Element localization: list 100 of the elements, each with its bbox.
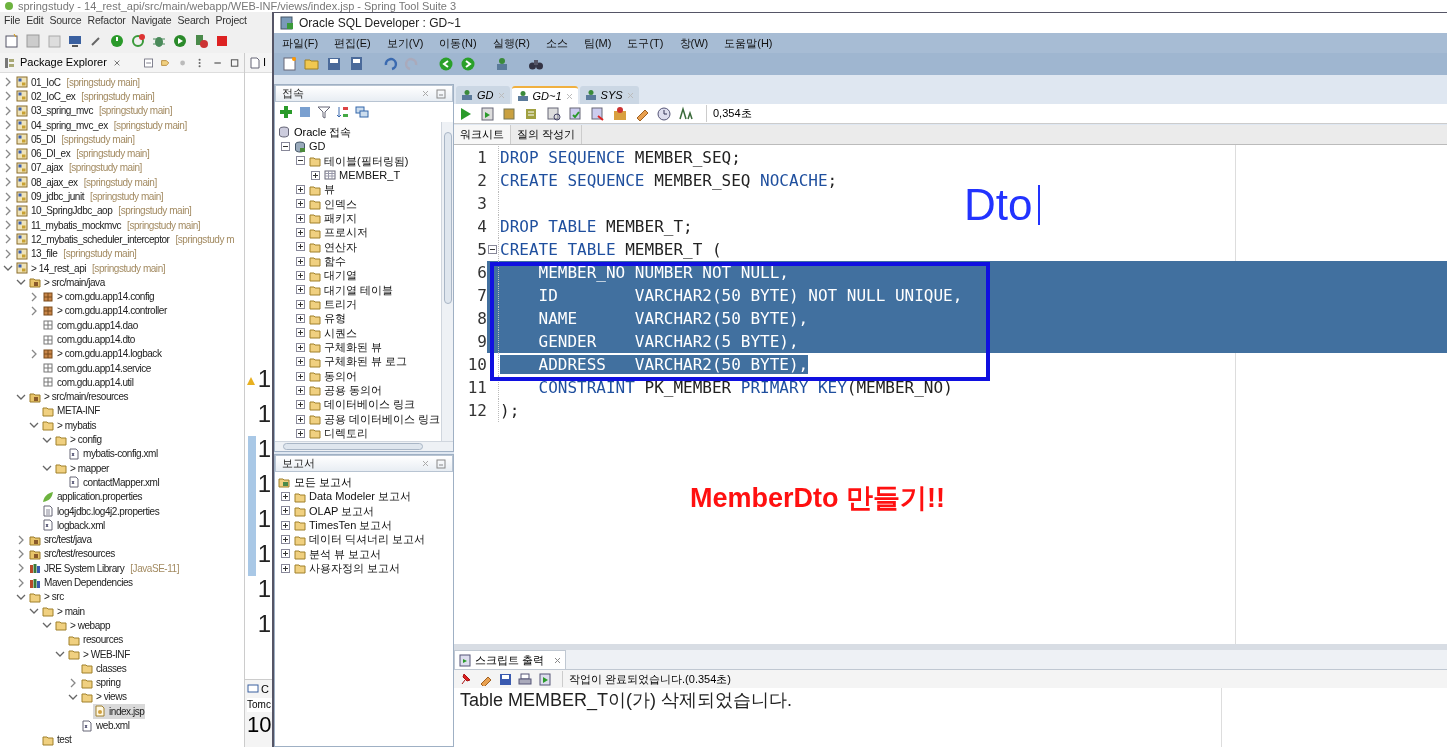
save-all-icon[interactable] — [348, 56, 364, 72]
tree-item[interactable]: com.gdu.app14.util — [41, 374, 135, 390]
view-tab[interactable]: C — [247, 680, 272, 698]
tree-item[interactable]: 08_ajax_ex [springstudy main] — [15, 174, 158, 190]
menu-item[interactable]: 보기(V) — [386, 34, 424, 52]
tree-item[interactable]: Oracle 접속 — [275, 125, 441, 140]
tree-item[interactable]: 유형 — [308, 310, 347, 327]
filter-icon[interactable] — [317, 105, 331, 119]
tree-item[interactable]: > views — [80, 689, 128, 705]
expand-icon[interactable] — [296, 385, 305, 395]
minimize-icon[interactable] — [436, 88, 446, 99]
close-icon[interactable] — [421, 459, 430, 468]
tree-item[interactable]: 03_spring_mvc [springstudy main] — [15, 103, 174, 119]
menu-item[interactable]: 창(W) — [679, 34, 709, 52]
menu-item[interactable]: 이동(N) — [439, 34, 477, 52]
expand-icon[interactable] — [296, 299, 305, 309]
close-icon[interactable] — [421, 89, 430, 98]
menu-item[interactable]: Edit — [26, 12, 44, 29]
add-icon[interactable] — [279, 105, 293, 119]
history-icon[interactable] — [656, 105, 672, 122]
tree-item[interactable]: Data Modeler 보고서 — [293, 488, 413, 505]
tree-item[interactable]: > mybatis — [41, 417, 98, 433]
monitor-icon[interactable] — [67, 33, 83, 49]
tree-item[interactable]: > config — [54, 432, 103, 448]
tree-item[interactable]: 10_SpringJdbc_aop [springstudy main] — [15, 203, 193, 219]
collapse-icon[interactable] — [296, 156, 305, 166]
save-icon[interactable] — [326, 56, 342, 72]
tree-item[interactable]: 데이터베이스 링크 — [308, 396, 417, 413]
expand-icon[interactable] — [281, 535, 290, 545]
tree-item[interactable]: test — [41, 732, 73, 747]
tree-item[interactable]: 구체화된 뷰 — [308, 339, 384, 356]
tree-item[interactable]: 구체화된 뷰 로그 — [308, 353, 409, 370]
collapse-all-icon[interactable] — [142, 55, 155, 70]
tree-item[interactable]: resources — [67, 632, 124, 648]
tree-item[interactable]: com.gdu.app14.dao — [41, 317, 139, 333]
collapse-icon[interactable] — [488, 245, 497, 254]
menu-item[interactable]: 편집(E) — [334, 34, 371, 52]
expand-icon[interactable] — [296, 185, 305, 195]
tree-item[interactable]: 동의어 — [308, 367, 358, 385]
expand-icon[interactable] — [281, 563, 290, 573]
expand-icon[interactable] — [296, 271, 305, 281]
autotrace-icon[interactable] — [546, 105, 562, 122]
tree-item[interactable]: 프로시저 — [308, 224, 369, 241]
menu-item[interactable]: File — [4, 12, 21, 29]
tree-item[interactable]: 트리거 — [308, 296, 358, 313]
tree-item[interactable]: logback.xml — [41, 517, 106, 533]
tree-item[interactable]: 01_IoC [springstudy main] — [15, 74, 141, 90]
tree-item[interactable]: JRE System Library [JavaSE-11] — [28, 560, 181, 576]
expand-icon[interactable] — [296, 328, 305, 338]
worksheet-tab[interactable]: SYS — [579, 86, 639, 104]
tree-item[interactable]: application.properties — [41, 489, 144, 505]
tree-item[interactable]: 뷰 — [308, 181, 336, 198]
tree-item[interactable]: 09_jdbc_junit [springstudy main] — [15, 189, 165, 205]
tree-item[interactable]: > src/main/java — [28, 274, 106, 290]
menu-item[interactable]: Project — [215, 12, 247, 29]
schema-browser-icon[interactable] — [336, 105, 350, 119]
tree-item[interactable]: contactMapper.xml — [67, 474, 161, 490]
tree-item[interactable]: > mapper — [54, 460, 110, 476]
undo-icon[interactable] — [382, 56, 398, 72]
tree-item[interactable]: 11_mybatis_mockmvc [springstudy main] — [15, 217, 202, 233]
tree-item[interactable]: > webapp — [54, 617, 112, 633]
save-icon[interactable] — [498, 672, 512, 686]
expand-icon[interactable] — [296, 256, 305, 266]
stop-icon[interactable] — [214, 33, 230, 49]
menu-item[interactable]: 소스 — [545, 34, 568, 52]
collapse-icon[interactable] — [281, 142, 290, 151]
tree-item[interactable]: > WEB-INF — [67, 646, 131, 662]
tree-item[interactable]: 02_IoC_ex [springstudy main] — [15, 88, 156, 104]
tree-item[interactable]: index.jsp — [93, 703, 146, 719]
tree-item[interactable]: > src — [28, 589, 65, 605]
expand-icon[interactable] — [296, 199, 305, 209]
tree-item[interactable]: 함수 — [308, 253, 347, 270]
tree-item[interactable]: 시퀀스 — [308, 324, 358, 342]
tree-item[interactable]: 인덱스 — [308, 195, 358, 213]
tree-item[interactable]: 07_ajax [springstudy main] — [15, 160, 143, 176]
tree-item[interactable]: mybatis-config.xml — [67, 446, 159, 462]
expand-icon[interactable] — [296, 400, 305, 410]
tree-item[interactable]: 06_DI_ex [springstudy main] — [15, 146, 151, 162]
expand-icon[interactable] — [296, 285, 305, 295]
tree-item[interactable]: 데이터 딕셔너리 보고서 — [293, 531, 427, 548]
expand-icon[interactable] — [281, 492, 290, 501]
expand-icon[interactable] — [281, 520, 290, 530]
tree-item[interactable]: web.xml — [80, 718, 131, 733]
sub-tab[interactable]: 워크시트 — [454, 125, 511, 144]
tree-item[interactable]: spring — [80, 675, 122, 691]
scrollbar[interactable] — [441, 122, 453, 441]
tree-item[interactable]: META-INF — [41, 403, 101, 419]
expand-icon[interactable] — [296, 428, 305, 438]
tree-item[interactable]: 디렉토리 — [308, 425, 369, 441]
tree-item[interactable]: > com.gdu.app14.config — [41, 289, 156, 305]
print-icon[interactable] — [518, 672, 532, 686]
tree-item[interactable]: 05_DI [springstudy main] — [15, 131, 136, 147]
tree-item[interactable]: > 14_rest_api [springstudy main] — [15, 260, 167, 276]
tree-item[interactable]: 공용 동의어 — [308, 382, 384, 399]
worksheet-tab[interactable]: GD — [456, 86, 510, 104]
expand-icon[interactable] — [296, 371, 305, 381]
close-icon[interactable] — [554, 656, 562, 664]
tree-item[interactable]: 12_mybatis_scheduler_interceptor [springstudy m — [15, 231, 236, 247]
tree-item[interactable]: 대기열 — [308, 267, 358, 284]
tree-item[interactable]: Maven Dependencies — [28, 575, 134, 591]
